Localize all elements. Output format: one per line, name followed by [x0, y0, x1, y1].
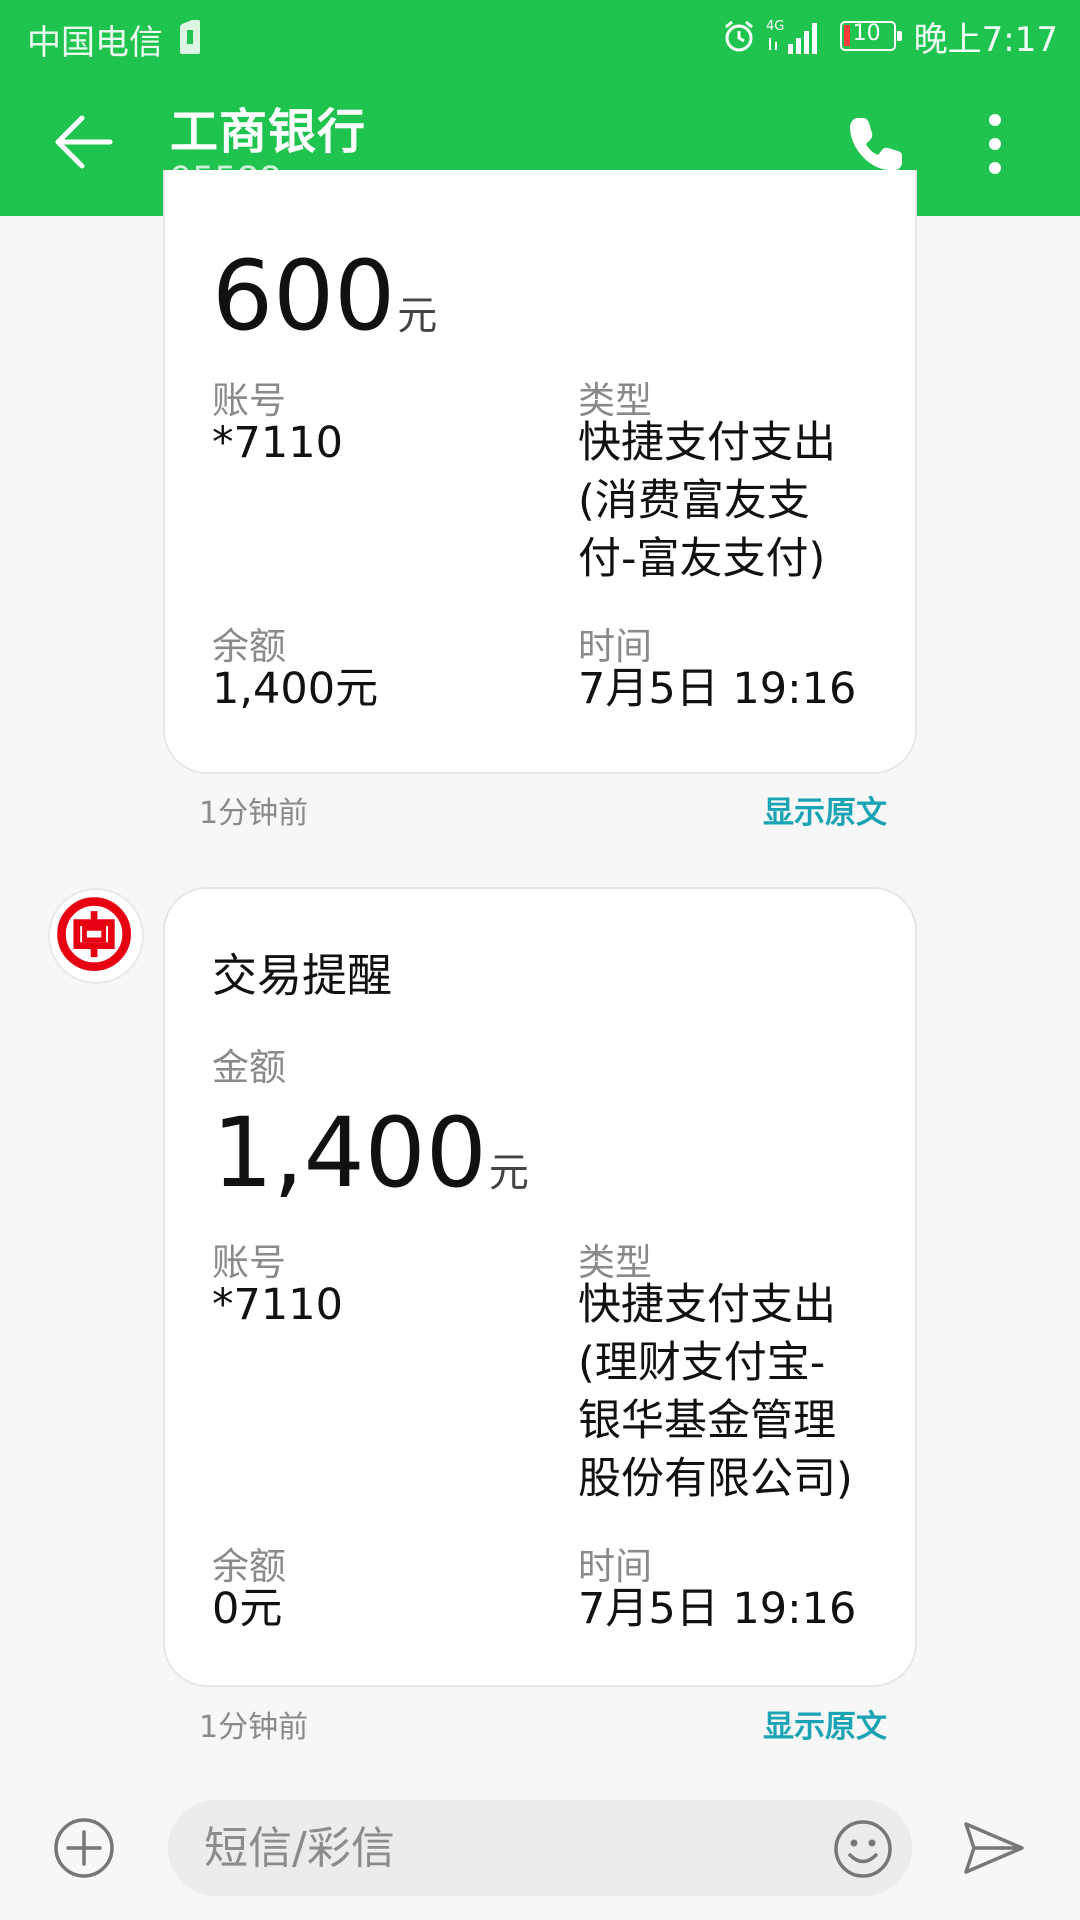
amount-value: 600元	[212, 240, 438, 352]
balance-value: 0元	[212, 1584, 283, 1634]
network-type-label: 4G	[766, 19, 784, 34]
message-input-box[interactable]	[168, 1800, 912, 1896]
emoji-icon[interactable]	[832, 1818, 894, 1880]
type-value: 快捷支付支出 (消费富友支 付-富友支付)	[578, 418, 836, 584]
status-time: 晚上7:17	[913, 19, 1058, 60]
compose-bar	[0, 1776, 1080, 1920]
account-value: *7110	[212, 418, 343, 468]
amount-unit: 元	[488, 1150, 529, 1196]
message-bubble[interactable]: 交易提醒 金额 1,400元 账号 *7110 类型 快捷支付支出 (理财支付宝…	[163, 887, 917, 1687]
amount-unit: 元	[397, 293, 438, 339]
contact-title: 工商银行	[170, 104, 367, 160]
message-bubble[interactable]: 600元 账号 *7110 类型 快捷支付支出 (消费富友支 付-富友支付) 余…	[163, 170, 917, 774]
signal-icon: 4G	[766, 19, 817, 54]
message-timestamp: 1分钟前	[199, 796, 309, 831]
phone-call-icon[interactable]	[846, 114, 906, 174]
message-timestamp: 1分钟前	[199, 1710, 309, 1745]
status-icons: 4G 10 晚上7:17	[722, 14, 1058, 60]
amount-label: 金额	[212, 1046, 286, 1089]
carrier-name: 中国电信	[27, 23, 163, 63]
sim-card-icon	[180, 20, 200, 54]
time-value: 7月5日 19:16	[578, 1584, 857, 1634]
status-bar: 中国电信 4G 10 晚上7:17	[0, 0, 1080, 75]
balance-value: 1,400元	[212, 664, 379, 714]
show-original-link[interactable]: 显示原文	[763, 787, 887, 832]
message-input[interactable]	[204, 1818, 764, 1878]
add-attachment-icon[interactable]	[52, 1816, 116, 1880]
show-original-link[interactable]: 显示原文	[763, 1701, 887, 1746]
alarm-icon	[724, 20, 753, 52]
battery-level: 10	[852, 21, 881, 46]
back-arrow-icon[interactable]	[52, 110, 116, 174]
sender-avatar[interactable]	[48, 888, 144, 984]
icbc-logo-icon	[57, 897, 131, 971]
battery-icon: 10	[839, 21, 902, 51]
amount-value: 1,400元	[212, 1097, 529, 1209]
account-value: *7110	[212, 1280, 343, 1330]
send-icon[interactable]	[962, 1818, 1026, 1878]
message-title: 交易提醒	[212, 949, 393, 1002]
more-options-icon[interactable]	[980, 112, 1010, 176]
time-value: 7月5日 19:16	[578, 664, 857, 714]
sms-conversation-screen: 中国电信 4G 10 晚上7:17 工商银行 600元 账号 *7110 类型 …	[0, 0, 1080, 1920]
type-value: 快捷支付支出 (理财支付宝- 银华基金管理 股份有限公司)	[578, 1280, 853, 1504]
